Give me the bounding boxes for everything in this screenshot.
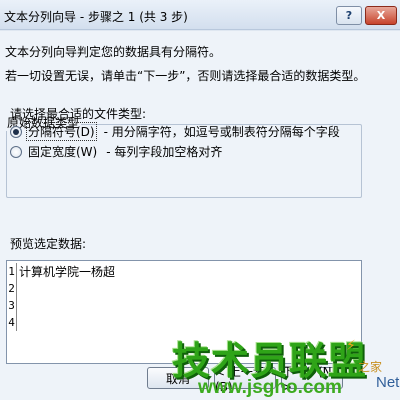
preview-row: 1 计算机学院一杨超 (7, 263, 361, 280)
title-bar[interactable]: 文本分列向导 - 步骤之 1 (共 3 步) ? X (0, 0, 400, 30)
radio-button-checked[interactable] (10, 125, 22, 138)
radio-button-unchecked[interactable] (10, 145, 22, 158)
intro-line-2: 若一切设置无误，请单击“下一步”，否则请选择最合适的数据类型。 (5, 69, 366, 83)
preview-row-number: 3 (7, 297, 17, 314)
data-preview-pane[interactable]: 1 计算机学院一杨超 2 3 4 (6, 260, 362, 364)
radio-delimited-description: - 用分隔字符，如逗号或制表符分隔每个字段 (103, 125, 340, 139)
window-title: 文本分列向导 - 步骤之 1 (共 3 步) (4, 10, 188, 24)
preview-label: 预览选定数据: (10, 237, 87, 251)
cancel-button[interactable]: 取消 (147, 367, 209, 389)
radio-delimited[interactable]: 分隔符号(D) - 用分隔字符，如逗号或制表符分隔每个字段 (10, 122, 340, 141)
radio-delimited-label[interactable]: 分隔符号(D) (26, 122, 97, 141)
intro-line-1: 文本分列向导判定您的数据具有分隔符。 (5, 45, 222, 59)
preview-row-number: 4 (7, 314, 17, 331)
help-button[interactable]: ? (336, 6, 362, 25)
preview-row-number: 1 (7, 263, 17, 280)
radio-fixed-width-label[interactable]: 固定宽度(W) (27, 143, 98, 160)
dialog-client-area: 文本分列向导判定您的数据具有分隔符。 若一切设置无误，请单击“下一步”，否则请选… (0, 31, 400, 400)
preview-row: 3 (7, 297, 361, 314)
close-button[interactable]: X (365, 6, 397, 25)
file-type-prompt: 请选择最合适的文件类型: (10, 107, 147, 121)
radio-dot (13, 128, 19, 135)
back-button[interactable]: < 上一步(B) (214, 365, 276, 394)
radio-fixed-width[interactable]: 固定宽度(W) - 每列字段加空格对齐 (10, 143, 222, 160)
next-button[interactable]: 下一步(N) > (281, 365, 343, 394)
preview-row: 2 (7, 280, 361, 297)
preview-row: 4 (7, 314, 361, 331)
radio-fixed-width-description: - 每列字段加空格对齐 (106, 145, 223, 159)
preview-row-text: 计算机学院一杨超 (19, 265, 116, 279)
preview-row-number: 2 (7, 280, 17, 297)
